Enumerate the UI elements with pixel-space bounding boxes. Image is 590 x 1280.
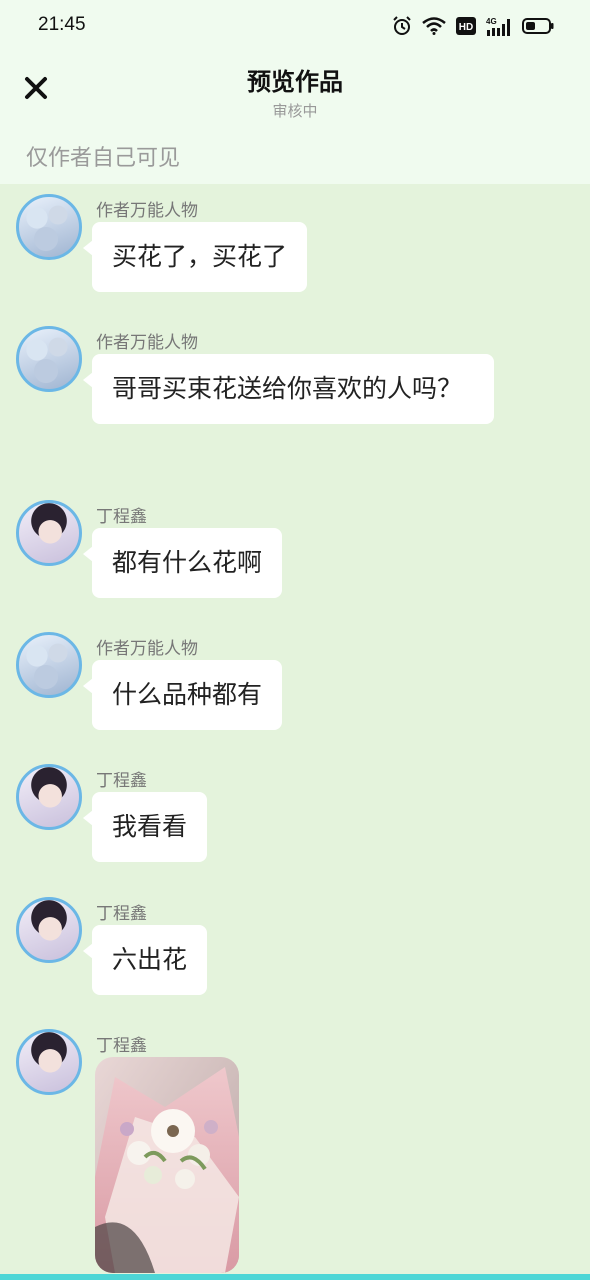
status-bar: 21:45 HD 4G — [0, 0, 590, 52]
sender-name: 丁程鑫 — [96, 904, 147, 924]
message-bubble: 我看看 — [82, 792, 208, 862]
status-time: 21:45 — [38, 14, 86, 35]
message-bubble: 都有什么花啊 — [82, 528, 283, 598]
message-bubble: 买花了，买花了 — [82, 222, 308, 292]
avatar[interactable] — [16, 632, 82, 698]
message-bubble: 哥哥买束花送给你喜欢的人吗？ — [83, 354, 494, 424]
network-label: 4G — [486, 17, 497, 26]
avatar[interactable] — [16, 1029, 82, 1095]
header: 预览作品 审核中 仅作者自己可见 — [0, 52, 590, 184]
status-icons: HD 4G — [392, 15, 554, 37]
signal-4g-icon: 4G — [486, 17, 510, 36]
page-title: 预览作品 — [247, 68, 343, 96]
visibility-note: 仅作者自己可见 — [26, 146, 181, 171]
sender-name: 作者万能人物 — [96, 201, 198, 221]
message-bubble: 六出花 — [82, 925, 208, 995]
review-status: 审核中 — [272, 102, 318, 120]
chat-list: 作者万能人物 买花了，买花了 作者万能人物 哥哥买束花送给你喜欢的人吗？ 丁程鑫… — [0, 184, 590, 1280]
battery-icon — [522, 18, 554, 34]
sender-name: 作者万能人物 — [96, 333, 198, 353]
avatar[interactable] — [16, 194, 82, 260]
hd-icon: HD — [456, 17, 476, 35]
bouquet-photo[interactable] — [95, 1057, 239, 1273]
avatar[interactable] — [16, 326, 82, 392]
alarm-icon — [393, 16, 411, 35]
hd-label: HD — [459, 22, 473, 33]
avatar[interactable] — [16, 897, 82, 963]
message-bubble: 什么品种都有 — [82, 660, 283, 730]
sender-name: 作者万能人物 — [96, 639, 198, 659]
sender-name: 丁程鑫 — [96, 1036, 147, 1056]
bottom-edge — [0, 1274, 590, 1280]
sender-name: 丁程鑫 — [96, 507, 147, 527]
avatar[interactable] — [16, 764, 82, 830]
avatar[interactable] — [16, 500, 82, 566]
sender-name: 丁程鑫 — [96, 771, 147, 791]
bouquet-image — [95, 1057, 239, 1273]
wifi-icon — [422, 17, 446, 35]
